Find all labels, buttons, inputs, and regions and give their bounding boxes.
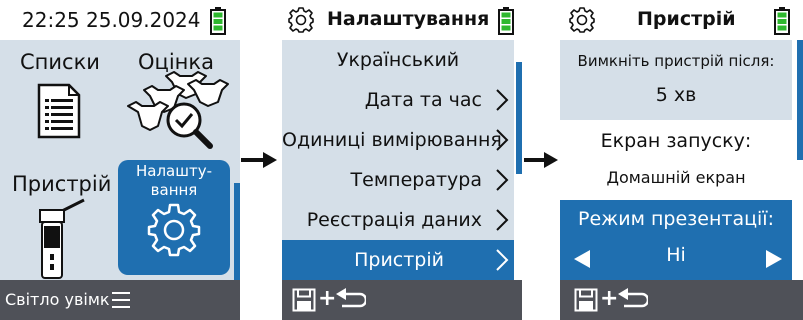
chevron-right-icon [496,249,509,271]
flow-arrow-icon [241,152,277,168]
device-screen: Пристрій Вимкніть пристрій після: 5 хв Е… [560,0,803,320]
device-header: Пристрій [560,0,803,40]
tile-device-label: Пристрій [12,172,112,196]
tile-assessment[interactable]: Оцінка [118,40,240,160]
battery-icon [774,7,790,35]
auto-off-value: 5 хв [655,84,697,106]
settings-item-language[interactable]: Український [282,40,514,80]
save-icon[interactable] [292,288,316,312]
startup-screen-value: Домашній екран [606,168,746,187]
settings-item-units[interactable]: Одиниці вимірювання [282,120,514,160]
tile-lists-label: Списки [20,50,100,74]
light-status: Світло увімк [5,290,110,309]
save-icon[interactable] [574,288,598,312]
settings-list: Український Дата та час Одиниці вимірюва… [282,40,514,280]
presentation-mode-setting[interactable]: Режим презентації: Ні [560,200,792,280]
flow-arrow-icon [524,152,558,168]
tile-lists[interactable]: Списки [0,40,118,160]
presentation-mode-value: Ні [666,244,686,266]
tile-device[interactable]: Пристрій [0,160,118,280]
settings-header: Налаштування [282,0,522,40]
device-title: Пристрій [637,8,736,30]
back-arrow-icon[interactable] [334,288,366,312]
battery-icon [210,7,226,35]
footer-bar: + [282,280,522,320]
back-arrow-icon[interactable] [616,288,648,312]
menu-icon[interactable] [112,292,130,308]
footer-bar: + [560,280,803,320]
tile-settings-label: Налашту- вання [135,162,212,199]
startup-screen-label: Екран запуску: [600,130,752,152]
gear-icon [147,203,201,257]
chevron-right-icon [496,209,509,231]
chevron-right-icon [496,89,509,111]
home-screen: 22:25 25.09.2024 Списки Оцінка Пристрій … [0,0,240,320]
datetime: 22:25 25.09.2024 [22,8,201,32]
chevron-right-icon [496,169,509,191]
presentation-mode-label: Режим презентації: [578,208,774,230]
settings-item-date-time[interactable]: Дата та час [282,80,514,120]
tile-settings[interactable]: Налашту- вання [118,160,230,275]
triangle-left-icon[interactable] [574,250,590,268]
auto-off-setting[interactable]: Вимкніть пристрій після: 5 хв [560,40,792,120]
status-bar: 22:25 25.09.2024 [0,0,240,40]
settings-item-data-logging[interactable]: Реєстрація даних [282,200,514,240]
scroll-indicator[interactable] [797,40,803,160]
scroll-indicator[interactable] [234,183,240,280]
startup-screen-setting[interactable]: Екран запуску: Домашній екран [560,120,792,200]
document-list-icon [37,83,81,139]
scroll-indicator[interactable] [516,62,522,174]
settings-item-temperature[interactable]: Температура [282,160,514,200]
triangle-right-icon[interactable] [766,250,782,268]
settings-screen: Налаштування Український Дата та час Оди… [282,0,522,320]
chevron-right-icon [496,129,509,151]
gear-icon [569,7,595,33]
thermometer-device-icon [39,198,85,279]
main-menu-grid: Списки Оцінка Пристрій Налашту- вання [0,40,240,280]
settings-item-device[interactable]: Пристрій [282,240,514,280]
settings-title: Налаштування [327,8,490,30]
auto-off-label: Вимкніть пристрій після: [577,52,775,70]
battery-icon [498,7,514,35]
cows-magnifier-icon [127,71,229,149]
footer-bar: Світло увімк [0,280,240,320]
gear-icon [288,7,314,33]
